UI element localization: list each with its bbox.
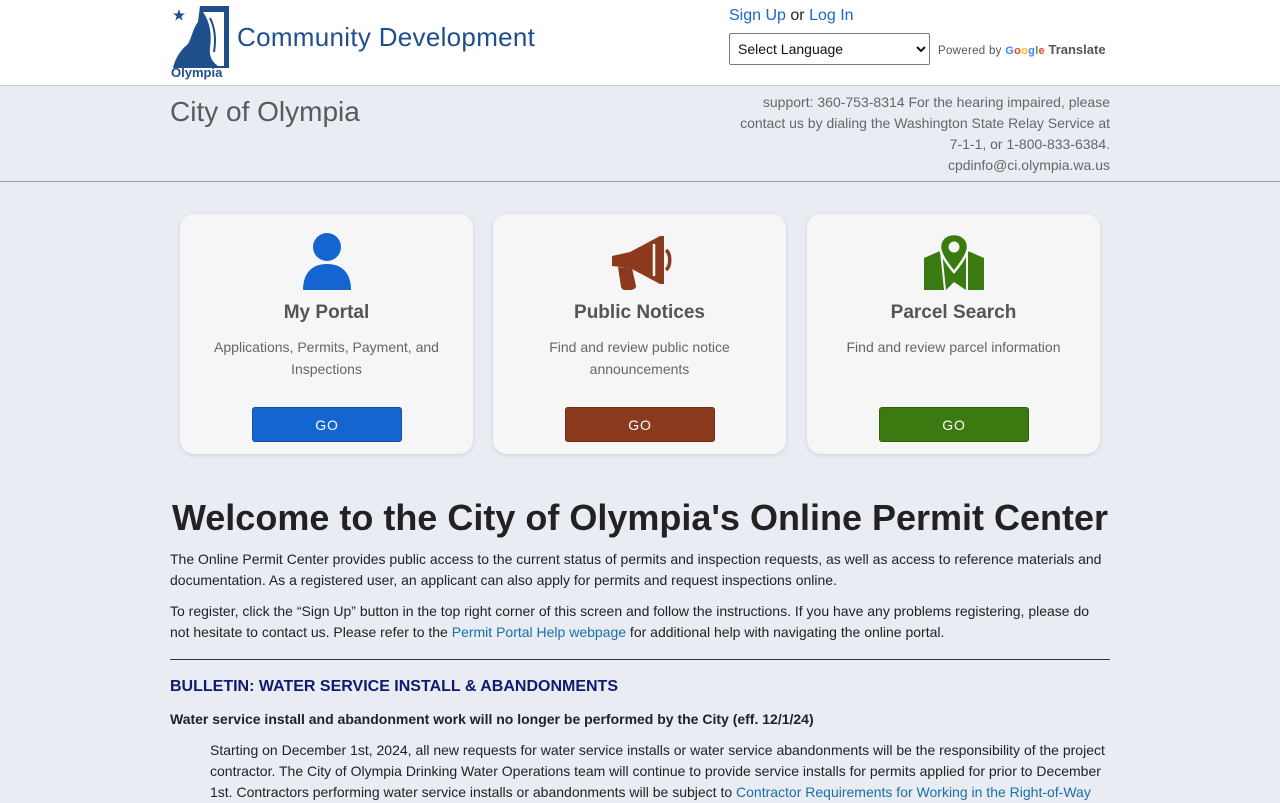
auth-links: Sign Up or Log In [729,7,854,25]
google-logo-icon: Google [1005,45,1045,57]
map-pin-icon [924,232,984,290]
sign-up-link[interactable]: Sign Up [729,7,786,24]
section-divider [170,659,1110,660]
card-title: Parcel Search [890,302,1017,323]
card-parcel-search: Parcel Search Find and review parcel inf… [807,214,1100,454]
svg-text:Olympia: Olympia [171,65,223,80]
card-description: Find and review parcel information [846,339,1061,355]
card-title: My Portal [283,302,370,323]
or-text: or [790,7,805,24]
bulletin-subheading: Water service install and abandonment wo… [170,711,814,727]
card-my-portal: My Portal Applications, Permits, Payment… [180,214,473,454]
bulletin-body: Starting on December 1st, 2024, all new … [210,740,1110,803]
support-email[interactable]: cpdinfo@ci.olympia.wa.us [700,155,1110,176]
powered-by-google-translate[interactable]: Powered by Google Translate [938,42,1106,57]
bulletin-heading: BULLETIN: WATER SERVICE INSTALL & ABANDO… [170,678,618,695]
register-paragraph: To register, click the “Sign Up” button … [170,601,1110,643]
support-line: support: 360-753-8314 For the hearing im… [762,94,1110,110]
support-info: support: 360-753-8314 For the hearing im… [700,92,1110,176]
intro-paragraph: The Online Permit Center provides public… [170,551,1102,588]
register-text-end: for additional help with navigating the … [626,624,945,640]
support-line: contact us by dialing the Washington Sta… [740,115,1110,131]
megaphone-icon [612,236,672,290]
public-notices-go-button[interactable]: GO [565,407,715,442]
log-in-link[interactable]: Log In [809,7,853,24]
my-portal-go-button[interactable]: GO [252,407,402,442]
top-bar: Olympia Community Development Sign Up or… [0,0,1280,86]
card-title: Public Notices [574,302,705,323]
permit-portal-help-link[interactable]: Permit Portal Help webpage [452,624,626,640]
powered-by-text: Powered by [938,45,1002,57]
user-icon [303,233,351,290]
card-public-notices: Public Notices Find and review public no… [493,214,786,454]
parcel-search-go-button[interactable]: GO [879,407,1029,442]
olympia-logo-icon[interactable]: Olympia [170,4,232,80]
card-description: Applications, Permits, Payment, and Insp… [214,339,439,377]
info-bar: City of Olympia support: 360-753-8314 Fo… [0,86,1280,182]
translate-text: Translate [1048,42,1106,57]
brand-title: Community Development [237,22,536,52]
card-description: Find and review public notice announceme… [549,339,730,377]
support-line: 7-1-1, or 1-800-833-6384. [949,136,1110,152]
contractor-requirements-link[interactable]: Contractor Requirements for Working in t… [736,784,1091,800]
city-title: City of Olympia [170,96,360,127]
welcome-heading: Welcome to the City of Olympia's Online … [171,497,1109,538]
language-select[interactable]: Select Language [729,33,930,65]
